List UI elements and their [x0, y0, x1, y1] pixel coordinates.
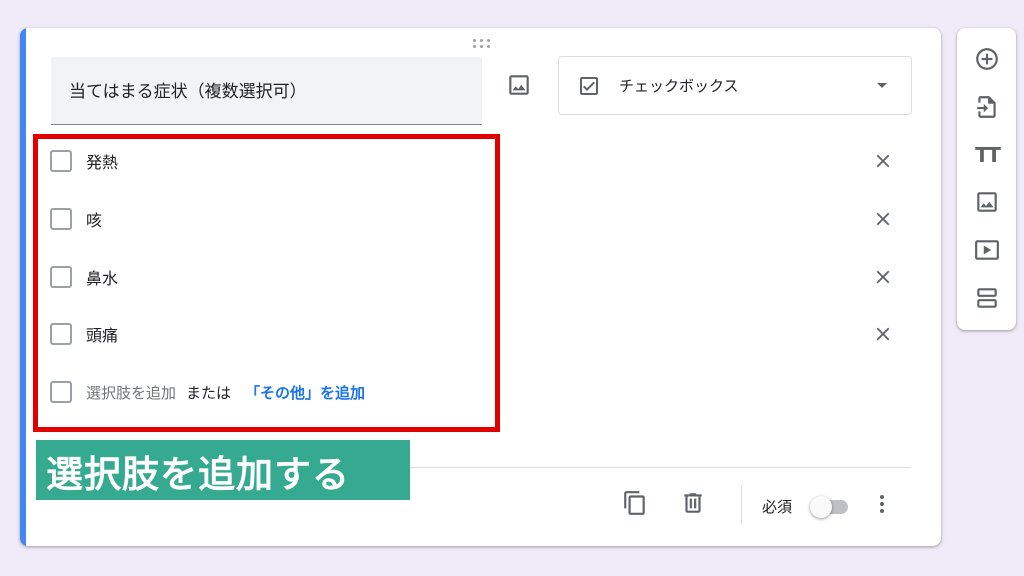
title-text-icon[interactable]: TT	[974, 142, 1001, 168]
question-title-input[interactable]: 当てはまる症状（複数選択可）	[51, 57, 482, 125]
required-label: 必須	[762, 498, 793, 516]
question-type-label: チェックボックス	[619, 77, 739, 95]
card-focus-accent	[20, 28, 26, 546]
question-type-select[interactable]: チェックボックス	[558, 56, 912, 115]
side-toolbar: TT	[957, 28, 1016, 330]
add-circle-icon[interactable]	[974, 46, 1000, 72]
image-icon[interactable]	[974, 189, 1000, 215]
import-icon[interactable]	[974, 94, 1000, 120]
more-vert-icon[interactable]	[872, 491, 892, 517]
chevron-down-icon	[877, 83, 887, 88]
checkbox-type-icon	[580, 76, 598, 95]
annotation-label: 選択肢を追加する	[36, 440, 410, 500]
footer-separator	[741, 486, 742, 524]
add-image-icon[interactable]	[506, 72, 532, 98]
remove-option-close-icon[interactable]	[870, 321, 896, 347]
section-icon[interactable]	[974, 285, 1000, 311]
trash-icon[interactable]	[680, 490, 706, 516]
toggle-knob	[810, 496, 832, 518]
duplicate-icon[interactable]	[622, 490, 648, 516]
remove-option-close-icon[interactable]	[870, 264, 896, 290]
drag-handle-icon[interactable]	[472, 37, 492, 49]
highlight-box	[33, 134, 500, 432]
video-icon[interactable]	[974, 237, 1000, 263]
required-toggle[interactable]	[810, 496, 856, 518]
remove-option-close-icon[interactable]	[870, 206, 896, 232]
remove-option-close-icon[interactable]	[870, 148, 896, 174]
